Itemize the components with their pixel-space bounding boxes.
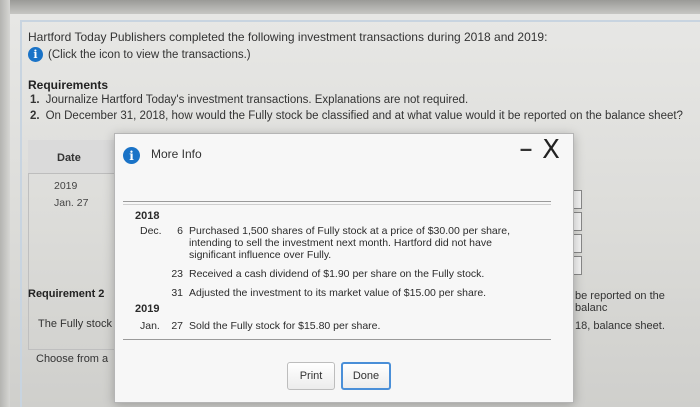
print-button[interactable]: Print [287, 362, 335, 390]
requirement-item: 2. On December 31, 2018, how would the Fu… [30, 110, 683, 122]
requirements-list: 1. Journalize Hartford Today's investment… [30, 94, 683, 126]
transaction-day: 31 [171, 287, 183, 299]
requirement-text: Journalize Hartford Today's investment t… [45, 94, 469, 106]
requirement-2-label: Requirement 2 [28, 288, 105, 300]
requirement-item: 1. Journalize Hartford Today's investment… [30, 94, 683, 106]
right-partial-text: be reported on the balanc [575, 290, 665, 314]
divider [123, 201, 551, 202]
requirement-number: 2. [30, 110, 40, 122]
date-column-header: Date [57, 152, 81, 164]
transaction-year: 2018 [135, 210, 160, 222]
done-button[interactable]: Done [341, 362, 391, 390]
requirement-text: On December 31, 2018, how would the Full… [45, 110, 683, 122]
divider [123, 204, 551, 205]
info-icon: i [123, 147, 140, 164]
dialog-header: i More Info – X [115, 134, 573, 174]
transaction-description: Received a cash dividend of $1.90 per sh… [189, 268, 485, 280]
more-info-dialog: i More Info – X 2018 Dec. 6 Purchased 1,… [114, 133, 574, 403]
close-button[interactable]: X [537, 135, 565, 165]
transaction-year: 2019 [135, 303, 160, 315]
requirement-number: 1. [30, 94, 40, 106]
page-frame-top [20, 20, 700, 22]
fully-stock-text: The Fully stock [38, 318, 112, 330]
problem-intro: Hartford Today Publishers completed the … [28, 30, 548, 44]
transactions-list: 2018 Dec. 6 Purchased 1,500 shares of Fu… [133, 208, 548, 338]
description-line: intending to sell the investment next mo… [189, 237, 492, 249]
choose-from-text: Choose from a [36, 353, 109, 365]
journal-year: 2019 [54, 180, 78, 192]
journal-date: Jan. 27 [54, 197, 89, 209]
transaction-day: 23 [171, 268, 183, 280]
dialog-title: More Info [151, 147, 202, 161]
description-line: Purchased 1,500 shares of Fully stock at… [189, 225, 511, 237]
click-hint-row[interactable]: i (Click the icon to view the transactio… [28, 47, 251, 62]
transaction-day: 6 [177, 225, 183, 237]
transaction-month: Jan. [140, 320, 160, 332]
description-line: significant influence over Fully. [189, 249, 332, 261]
transaction-description: Sold the Fully stock for $15.80 per shar… [189, 320, 381, 332]
monitor-bezel-left [0, 0, 10, 407]
click-hint-text: (Click the icon to view the transactions… [48, 48, 251, 61]
monitor-bezel-top [0, 0, 700, 14]
transaction-description: Purchased 1,500 shares of Fully stock at… [189, 225, 510, 261]
right-partial-text-2: 18, balance sheet. [575, 320, 665, 332]
transaction-day: 27 [171, 320, 183, 332]
transaction-description: Adjusted the investment to its market va… [189, 287, 487, 299]
page-frame-left [20, 20, 22, 407]
divider [123, 339, 551, 340]
transaction-month: Dec. [140, 225, 162, 237]
info-icon[interactable]: i [28, 47, 43, 62]
requirements-title: Requirements [28, 78, 109, 92]
minimize-button[interactable]: – [515, 136, 537, 161]
